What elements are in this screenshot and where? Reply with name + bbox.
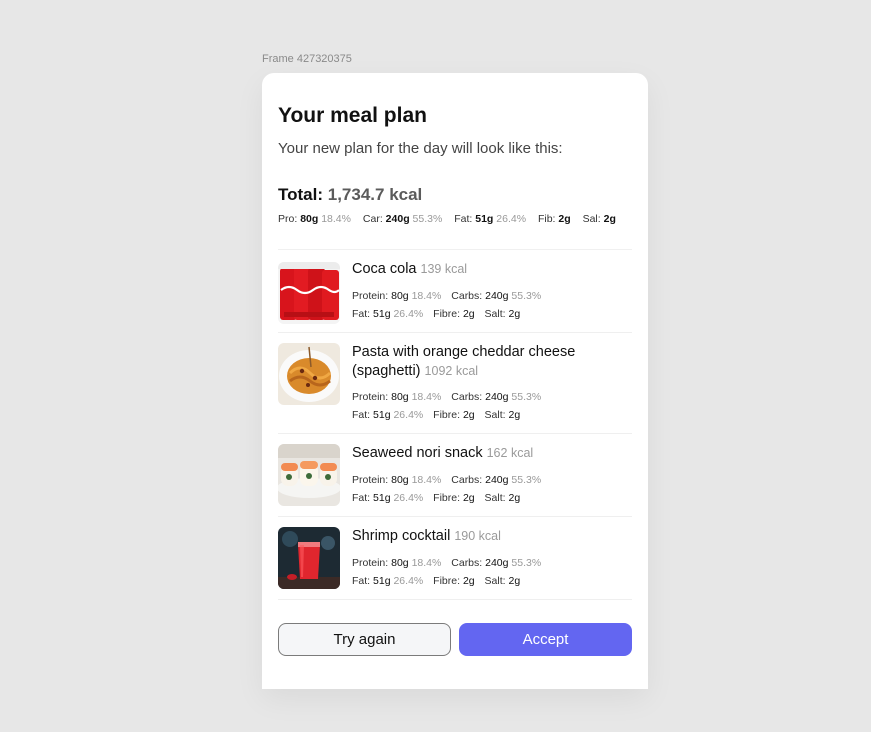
macro-salt: Sal: 2g — [582, 213, 616, 225]
try-again-button[interactable]: Try again — [278, 623, 451, 656]
meal-list: Coca cola 139 kcal Protein: 80g 18.4% Ca… — [278, 249, 632, 600]
page-title: Your meal plan — [278, 104, 427, 127]
frame-label: Frame 427320375 — [262, 53, 352, 65]
coca-cola-image — [278, 262, 340, 324]
total-kcal: 1,734.7 kcal — [327, 185, 423, 204]
item-macros-row2: Fat: 51g 26.4% Fibre: 2g Salt: 2g — [352, 409, 521, 421]
macro-fibre: Fib: 2g — [537, 213, 571, 225]
item-macros-row1: Protein: 80g 18.4% Carbs: 240g 55.3% — [352, 557, 542, 569]
cocktail-image — [278, 527, 340, 589]
item-name: Pasta with orange cheddar cheese (spaghe… — [352, 344, 576, 379]
item-macros-row2: Fat: 51g 26.4% Fibre: 2g Salt: 2g — [352, 575, 521, 587]
item-name: Coca cola 139 kcal — [352, 261, 468, 277]
item-macros-row1: Protein: 80g 18.4% Carbs: 240g 55.3% — [352, 474, 542, 486]
macro-protein: Pro: 80g 18.4% — [278, 213, 351, 225]
list-item[interactable]: Coca cola 139 kcal Protein: 80g 18.4% Ca… — [278, 250, 632, 333]
list-item[interactable]: Seaweed nori snack 162 kcal Protein: 80g… — [278, 434, 632, 517]
total-macros: Pro: 80g 18.4% Car: 240g 55.3% Fat: 51g … — [278, 213, 625, 225]
accept-button[interactable]: Accept — [459, 623, 632, 656]
item-macros-row2: Fat: 51g 26.4% Fibre: 2g Salt: 2g — [352, 492, 521, 504]
total-label: Total: — [278, 185, 324, 204]
item-macros-row1: Protein: 80g 18.4% Carbs: 240g 55.3% — [352, 391, 542, 403]
item-macros-row1: Protein: 80g 18.4% Carbs: 240g 55.3% — [352, 290, 542, 302]
pasta-image — [278, 343, 340, 405]
total-summary: Total: 1,734.7 kcal — [278, 185, 422, 205]
sushi-image — [278, 444, 340, 506]
list-item[interactable]: Pasta with orange cheddar cheese (spaghe… — [278, 333, 632, 434]
list-item[interactable]: Shrimp cocktail 190 kcal Protein: 80g 18… — [278, 517, 632, 600]
subtitle: Your new plan for the day will look like… — [278, 140, 563, 157]
item-name: Shrimp cocktail 190 kcal — [352, 528, 501, 544]
meal-plan-card: Your meal plan Your new plan for the day… — [262, 73, 648, 689]
macro-carbs: Car: 240g 55.3% — [362, 213, 443, 225]
item-name: Seaweed nori snack 162 kcal — [352, 445, 534, 461]
item-macros-row2: Fat: 51g 26.4% Fibre: 2g Salt: 2g — [352, 308, 521, 320]
macro-fat: Fat: 51g 26.4% — [454, 213, 527, 225]
